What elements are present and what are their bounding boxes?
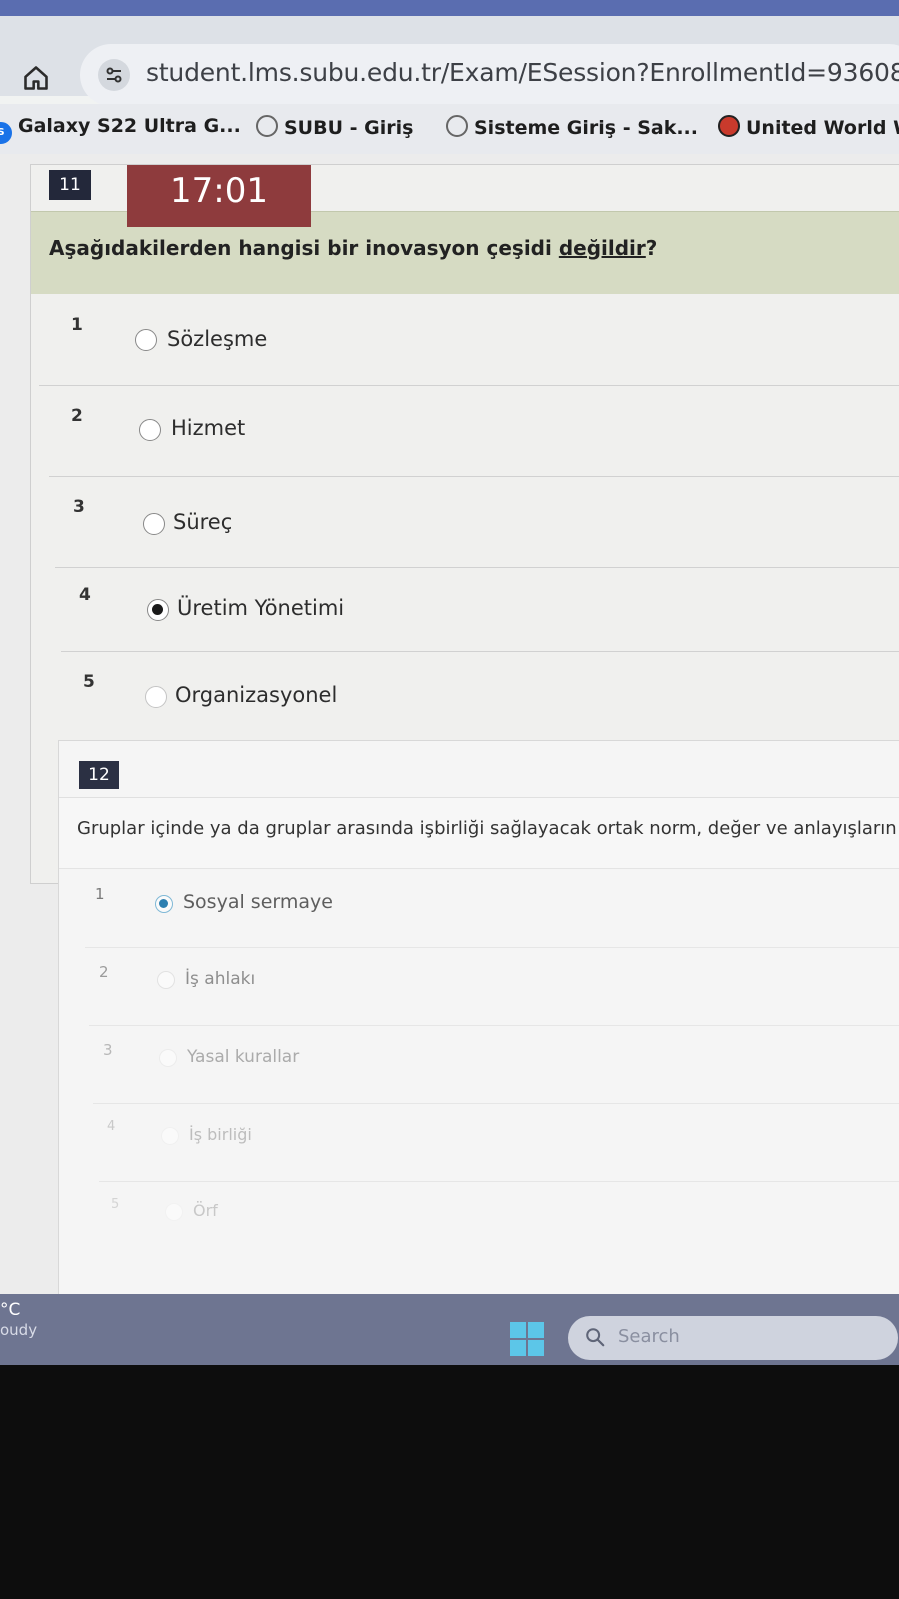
answer-option[interactable]: 4 İş birliği <box>99 1103 899 1182</box>
site-settings-icon[interactable] <box>98 59 130 91</box>
window-top-strip <box>0 0 899 16</box>
bookmark-subu[interactable]: SUBU - Giriş <box>256 115 413 139</box>
option-number: 3 <box>103 1041 113 1059</box>
united-world-icon <box>718 115 740 137</box>
radio-button[interactable] <box>161 1127 179 1145</box>
laptop-screen: student.lms.subu.edu.tr/Exam/ESession?En… <box>0 0 899 1365</box>
radio-button[interactable] <box>157 971 175 989</box>
option-number: 2 <box>71 406 83 426</box>
exam-timer: 17:01 <box>127 165 311 227</box>
answer-option[interactable]: 1 Sosyal sermaye <box>85 869 899 948</box>
taskbar-search[interactable]: Search <box>568 1316 898 1360</box>
weather-temperature[interactable]: °C <box>0 1300 20 1320</box>
option-label[interactable]: Organizasyonel <box>175 683 337 707</box>
radio-button[interactable] <box>143 513 165 535</box>
bookmark-label: Sisteme Giriş - Sak... <box>474 117 698 139</box>
radio-button[interactable] <box>165 1203 183 1221</box>
option-number: 1 <box>71 315 83 335</box>
question-number: 12 <box>79 761 119 789</box>
url-text[interactable]: student.lms.subu.edu.tr/Exam/ESession?En… <box>146 58 899 87</box>
radio-button[interactable] <box>135 329 157 351</box>
answer-option[interactable]: 4 Üretim Yönetimi <box>61 565 899 652</box>
question-text: Gruplar içinde ya da gruplar arasında iş… <box>77 818 899 839</box>
option-label[interactable]: Sözleşme <box>167 327 267 351</box>
search-icon <box>586 1328 605 1347</box>
bookmark-sisteme-giris[interactable]: Sisteme Giriş - Sak... <box>446 115 698 139</box>
option-label[interactable]: Hizmet <box>171 416 245 440</box>
answer-option[interactable]: 5 Organizasyonel <box>67 652 899 738</box>
bookmarks-bar: S Galaxy S22 Ultra G... SUBU - Giriş Sist… <box>0 104 899 154</box>
bookmark-label: Galaxy S22 Ultra G... <box>18 115 241 137</box>
windows-start-icon[interactable] <box>510 1322 544 1356</box>
option-number: 2 <box>99 963 109 981</box>
option-number: 5 <box>83 672 95 692</box>
option-label[interactable]: İş ahlakı <box>185 969 255 989</box>
address-bar[interactable]: student.lms.subu.edu.tr/Exam/ESession?En… <box>80 44 899 106</box>
option-label[interactable]: Süreç <box>173 510 232 534</box>
samsung-icon: S <box>0 122 12 144</box>
exam-page: 11 Aşağıdakilerden hangisi bir inovasyon… <box>0 154 899 1302</box>
option-label[interactable]: Üretim Yönetimi <box>177 596 344 620</box>
option-number: 3 <box>73 497 85 517</box>
radio-button-selected[interactable] <box>155 895 173 913</box>
option-label[interactable]: Sosyal sermaye <box>183 891 333 913</box>
browser-toolbar: student.lms.subu.edu.tr/Exam/ESession?En… <box>0 16 899 106</box>
windows-taskbar: °C oudy Search <box>0 1294 899 1365</box>
question-header: Gruplar içinde ya da gruplar arasında iş… <box>59 797 899 869</box>
option-number: 4 <box>107 1119 116 1134</box>
bookmark-galaxy[interactable]: S Galaxy S22 Ultra G... <box>0 115 241 144</box>
question-number: 11 <box>49 170 91 200</box>
radio-button-selected[interactable] <box>147 599 169 621</box>
subu-logo-icon <box>256 115 278 137</box>
answer-option[interactable]: 1 Sözleşme <box>39 295 899 386</box>
answer-option[interactable]: 5 Örf <box>105 1181 899 1259</box>
question-text: Aşağıdakilerden hangisi bir inovasyon çe… <box>49 236 658 260</box>
bookmark-united-world[interactable]: United World W <box>718 115 899 139</box>
weather-description[interactable]: oudy <box>0 1321 37 1339</box>
bookmark-label: SUBU - Giriş <box>284 117 414 139</box>
radio-button[interactable] <box>139 419 161 441</box>
option-number: 1 <box>95 885 105 903</box>
option-label[interactable]: Yasal kurallar <box>187 1047 299 1067</box>
question-card-12: 12 Gruplar içinde ya da gruplar arasında… <box>58 740 899 1302</box>
radio-button[interactable] <box>159 1049 177 1067</box>
answer-option[interactable]: 3 Süreç <box>55 477 899 568</box>
bookmark-label: United World W <box>746 117 899 139</box>
option-number: 5 <box>111 1197 120 1212</box>
subu-logo-icon <box>446 115 468 137</box>
radio-button[interactable] <box>145 686 167 708</box>
answer-option[interactable]: 3 Yasal kurallar <box>93 1025 899 1104</box>
option-label[interactable]: İş birliği <box>189 1125 252 1144</box>
search-placeholder: Search <box>618 1326 680 1347</box>
answer-option[interactable]: 2 İş ahlakı <box>89 947 899 1026</box>
home-icon[interactable] <box>22 64 50 92</box>
option-label[interactable]: Örf <box>193 1201 218 1220</box>
option-number: 4 <box>79 585 91 605</box>
answer-option[interactable]: 2 Hizmet <box>49 386 899 477</box>
